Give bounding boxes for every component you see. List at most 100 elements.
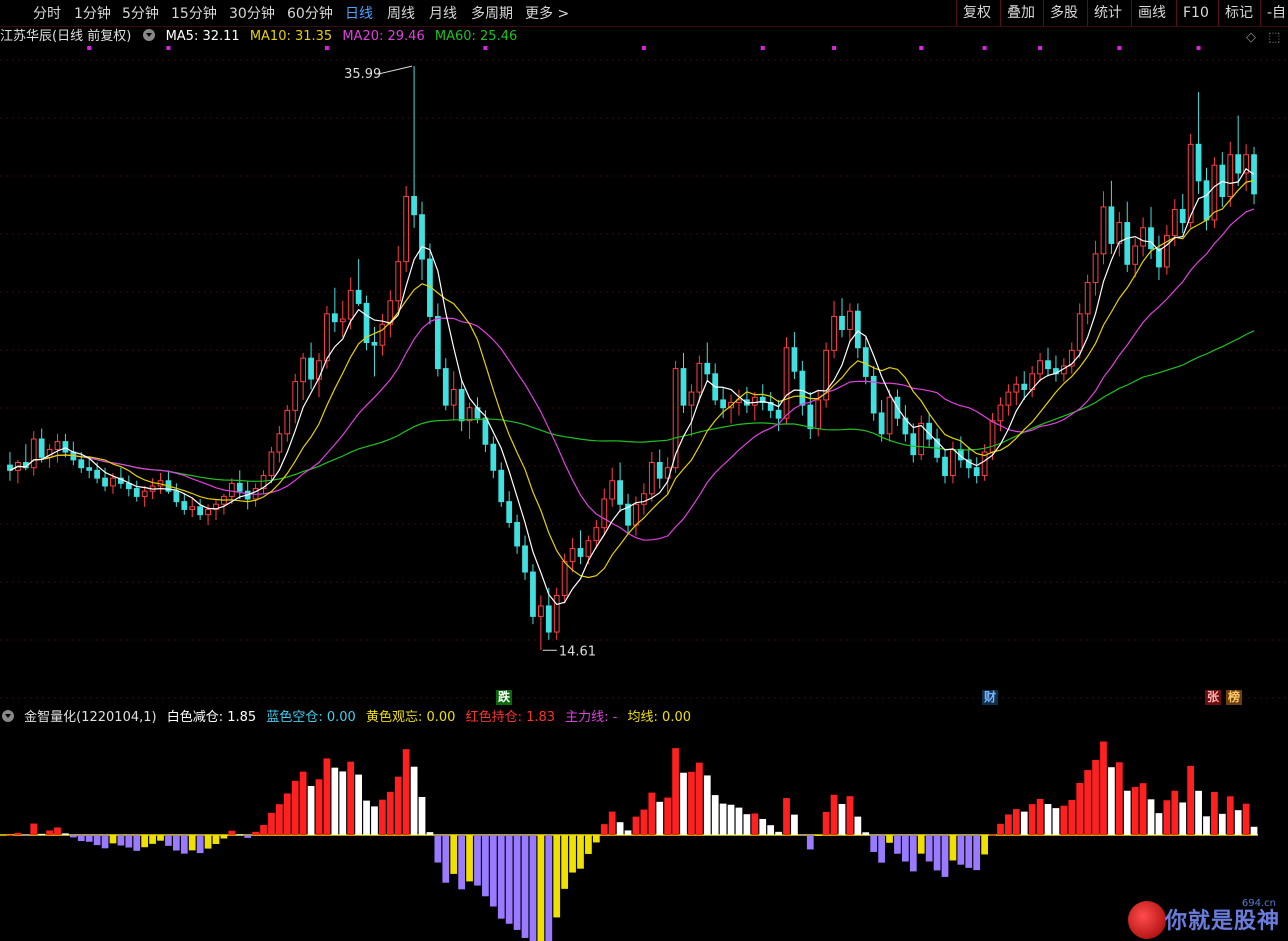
period-5min[interactable]: 5分钟 bbox=[122, 3, 159, 23]
indicator-bar bbox=[363, 800, 370, 835]
candle-down bbox=[197, 506, 204, 516]
period-fenshi[interactable]: 分时 bbox=[33, 3, 61, 23]
period-more[interactable]: 更多 > bbox=[525, 3, 569, 23]
candle-up bbox=[316, 360, 322, 380]
indicator-bar bbox=[299, 771, 307, 835]
candle-down bbox=[704, 362, 711, 375]
period-30min[interactable]: 30分钟 bbox=[229, 3, 275, 23]
indicator-bar bbox=[30, 823, 38, 835]
indicator-bar bbox=[735, 807, 743, 835]
indicator-bar bbox=[600, 824, 608, 835]
candle-down bbox=[545, 605, 552, 633]
indicator-bar bbox=[624, 830, 632, 835]
indicator-bar bbox=[695, 762, 703, 835]
indicator-bar bbox=[204, 835, 212, 849]
fuquan-button[interactable]: 复权 bbox=[956, 0, 997, 26]
indicator-bar bbox=[1155, 813, 1163, 835]
die-mark[interactable]: 跌 bbox=[496, 690, 513, 705]
indicator-bar bbox=[22, 835, 30, 836]
indicator-bar bbox=[1012, 809, 1020, 835]
indicator-bar bbox=[77, 835, 85, 842]
indicator-bar bbox=[1211, 792, 1218, 835]
indicator-bar bbox=[125, 835, 133, 848]
candle-up bbox=[1227, 154, 1234, 197]
candle-up bbox=[950, 448, 956, 477]
indicator-bar bbox=[648, 792, 656, 835]
indicator-bar bbox=[1100, 741, 1107, 835]
candle-up bbox=[347, 289, 354, 320]
indicator-bar bbox=[680, 772, 687, 835]
indicator-bar bbox=[751, 813, 759, 835]
candle-down bbox=[791, 347, 798, 372]
draw-button[interactable]: 画线 bbox=[1131, 0, 1172, 26]
indicator-bar bbox=[759, 818, 767, 835]
overlay-button[interactable]: 叠加 bbox=[1000, 0, 1041, 26]
main-candlestick-chart[interactable]: 35.99 14.61 bbox=[0, 26, 1288, 708]
period-60min[interactable]: 60分钟 bbox=[287, 3, 333, 23]
indicator-bar bbox=[315, 779, 323, 835]
candle-up bbox=[110, 477, 116, 487]
self-button[interactable]: -自 bbox=[1260, 0, 1288, 26]
candle-down bbox=[1148, 227, 1154, 250]
indicator-bar bbox=[386, 791, 394, 835]
f10-button[interactable]: F10 bbox=[1176, 0, 1215, 26]
indicator-bar bbox=[268, 812, 275, 835]
candle-up bbox=[284, 409, 291, 435]
bang-mark[interactable]: 榜 bbox=[1226, 690, 1243, 705]
candle-down bbox=[482, 417, 489, 445]
candle-up bbox=[1037, 360, 1043, 375]
indicator-chart[interactable] bbox=[0, 708, 1288, 941]
indicator-bar bbox=[1163, 800, 1171, 835]
candle-up bbox=[831, 315, 837, 351]
signal-dot bbox=[919, 46, 924, 50]
indicator-bar bbox=[505, 835, 513, 924]
period-daily[interactable]: 日线 bbox=[345, 3, 373, 23]
multi-stock-button[interactable]: 多股 bbox=[1043, 0, 1084, 26]
indicator-bar bbox=[482, 835, 489, 897]
cai-mark[interactable]: 财 bbox=[982, 690, 999, 705]
high-label: 35.99 bbox=[344, 67, 381, 82]
indicator-bar bbox=[141, 835, 149, 848]
zhang-mark[interactable]: 张 bbox=[1205, 690, 1222, 705]
indicator-bar bbox=[1115, 762, 1123, 835]
signal-dot bbox=[324, 46, 329, 50]
candle-down bbox=[854, 310, 861, 349]
candle-down bbox=[1045, 360, 1051, 370]
candle-up bbox=[300, 357, 307, 383]
candle-up bbox=[324, 313, 330, 362]
candle-down bbox=[331, 313, 338, 323]
period-1min[interactable]: 1分钟 bbox=[74, 3, 111, 23]
indicator-bar bbox=[664, 797, 672, 835]
indicator-bar bbox=[1195, 790, 1202, 835]
candle-up bbox=[815, 399, 822, 430]
period-weekly[interactable]: 周线 bbox=[387, 3, 415, 23]
period-monthly[interactable]: 月线 bbox=[429, 3, 457, 23]
stats-button[interactable]: 统计 bbox=[1087, 0, 1128, 26]
indicator-bar bbox=[822, 811, 830, 835]
indicator-bar bbox=[973, 835, 981, 871]
indicator-bar bbox=[1226, 796, 1234, 835]
indicator-bar bbox=[537, 835, 545, 941]
period-multi[interactable]: 多周期 bbox=[471, 3, 513, 23]
indicator-bar bbox=[727, 804, 735, 835]
signal-dot bbox=[832, 46, 837, 50]
indicator-bar bbox=[561, 835, 569, 889]
period-15min[interactable]: 15分钟 bbox=[171, 3, 217, 23]
candle-up bbox=[228, 482, 235, 497]
indicator-bar bbox=[426, 832, 434, 835]
indicator-bar bbox=[997, 823, 1004, 835]
indicator-bar bbox=[1218, 813, 1226, 835]
ma60-line bbox=[9, 330, 1255, 482]
indicator-bar bbox=[458, 835, 466, 890]
indicator-bar bbox=[1005, 814, 1012, 835]
indicator-bar bbox=[640, 809, 648, 835]
candle-down bbox=[799, 370, 806, 406]
mark-button[interactable]: 标记 bbox=[1218, 0, 1259, 26]
indicator-bar bbox=[569, 835, 576, 873]
candle-up bbox=[633, 503, 639, 526]
indicator-bar bbox=[902, 835, 909, 862]
period-toolbar: 分时 1分钟 5分钟 15分钟 30分钟 60分钟 日线 周线 月线 多周期 更… bbox=[0, 0, 1288, 27]
candle-down bbox=[680, 368, 687, 406]
indicator-bar bbox=[85, 835, 93, 842]
indicator-bar bbox=[711, 795, 719, 835]
